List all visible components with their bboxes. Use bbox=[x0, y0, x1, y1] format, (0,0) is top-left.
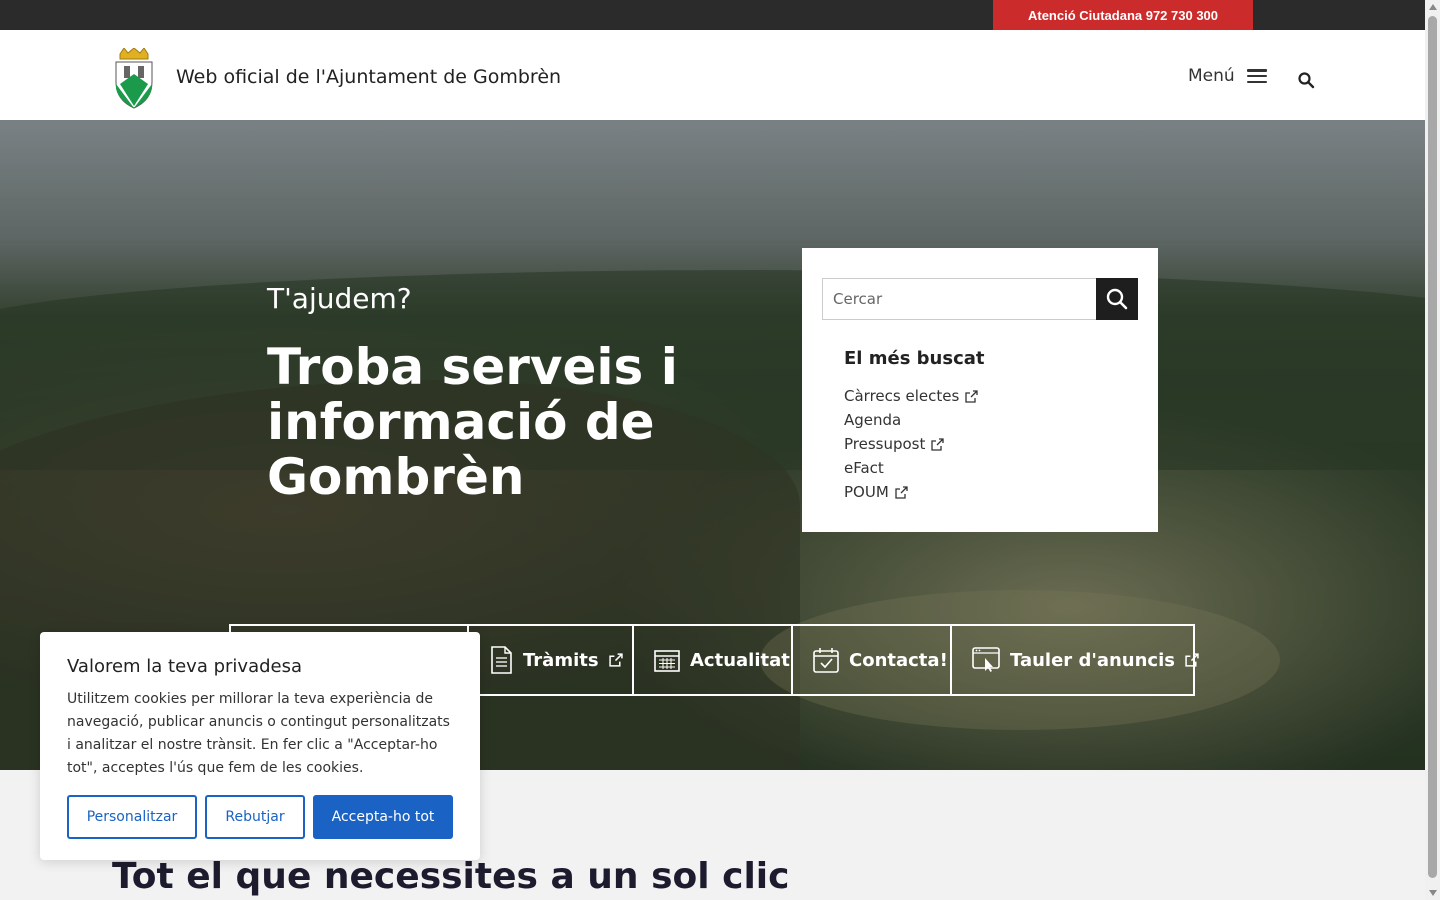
hero-title: Troba serveis i informació de Gombrèn bbox=[267, 338, 678, 506]
reject-button[interactable]: Rebutjar bbox=[205, 795, 305, 839]
search-icon bbox=[1106, 288, 1128, 310]
cookie-banner: Valorem la teva privadesa Utilitzem cook… bbox=[40, 632, 480, 860]
document-icon bbox=[491, 646, 512, 674]
quick-link-label: Tauler d'anuncis bbox=[1010, 649, 1175, 671]
menu-button[interactable]: Menú bbox=[1188, 66, 1267, 86]
popular-link-agenda[interactable]: Agenda bbox=[844, 411, 901, 429]
top-bar: Atenció Ciutadana 972 730 300 bbox=[0, 0, 1425, 30]
hero-kicker: T'ajudem? bbox=[267, 282, 412, 315]
coat-of-arms-icon[interactable] bbox=[112, 48, 156, 110]
list-item: Agenda bbox=[844, 408, 978, 432]
site-title[interactable]: Web oficial de l'Ajuntament de Gombrèn bbox=[176, 66, 561, 88]
menu-label: Menú bbox=[1188, 66, 1235, 86]
list-item: Pressupost bbox=[844, 432, 978, 456]
customize-button[interactable]: Personalitzar bbox=[67, 795, 197, 839]
section-title: Tot el que necessites a un sol clic bbox=[112, 856, 790, 897]
scroll-down-icon[interactable] bbox=[1429, 890, 1437, 896]
external-link-icon bbox=[931, 437, 945, 451]
scroll-up-icon[interactable] bbox=[1429, 4, 1437, 10]
quick-link-label: Tràmits bbox=[523, 649, 599, 671]
popular-title: El més buscat bbox=[844, 348, 985, 369]
popular-link-efact[interactable]: eFact bbox=[844, 459, 884, 477]
popular-list: Càrrecs electes Agenda Pressupost eFact … bbox=[844, 384, 978, 504]
cookie-title: Valorem la teva privadesa bbox=[67, 656, 303, 677]
external-link-icon bbox=[608, 653, 623, 667]
browser-click-icon bbox=[972, 647, 1000, 672]
quick-link-label: Actualitat bbox=[690, 649, 790, 671]
popular-link-carrecs[interactable]: Càrrecs electes bbox=[844, 387, 959, 405]
scrollbar-thumb[interactable] bbox=[1428, 16, 1437, 878]
quick-link-tramits[interactable]: Tràmits bbox=[467, 626, 632, 694]
list-item: eFact bbox=[844, 456, 978, 480]
quick-link-actualitat[interactable]: Actualitat bbox=[632, 626, 791, 694]
external-link-icon bbox=[1185, 653, 1199, 667]
search-submit-button[interactable] bbox=[1096, 278, 1138, 320]
external-link-icon bbox=[895, 485, 908, 499]
popular-link-pressupost[interactable]: Pressupost bbox=[844, 435, 925, 453]
accept-all-button[interactable]: Accepta-ho tot bbox=[313, 795, 453, 839]
citizen-attention-link[interactable]: Atenció Ciutadana 972 730 300 bbox=[993, 0, 1253, 30]
hamburger-icon bbox=[1246, 69, 1267, 83]
external-link-icon bbox=[965, 389, 978, 403]
quick-link-label: Contacta! bbox=[849, 649, 948, 671]
search-icon[interactable] bbox=[1297, 71, 1315, 89]
quick-link-tauler[interactable]: Tauler d'anuncis bbox=[950, 626, 1199, 694]
list-item: POUM bbox=[844, 480, 978, 504]
search-card: El més buscat Càrrecs electes Agenda Pre… bbox=[802, 248, 1158, 532]
scrollbar[interactable] bbox=[1425, 0, 1440, 900]
popular-link-poum[interactable]: POUM bbox=[844, 483, 889, 501]
calendar-check-icon bbox=[813, 648, 839, 673]
list-item: Càrrecs electes bbox=[844, 384, 978, 408]
search-input[interactable] bbox=[822, 278, 1097, 320]
quick-link-contacta[interactable]: Contacta! bbox=[791, 626, 950, 694]
cookie-text: Utilitzem cookies per millorar la teva e… bbox=[67, 691, 450, 776]
calendar-grid-icon bbox=[654, 650, 680, 672]
